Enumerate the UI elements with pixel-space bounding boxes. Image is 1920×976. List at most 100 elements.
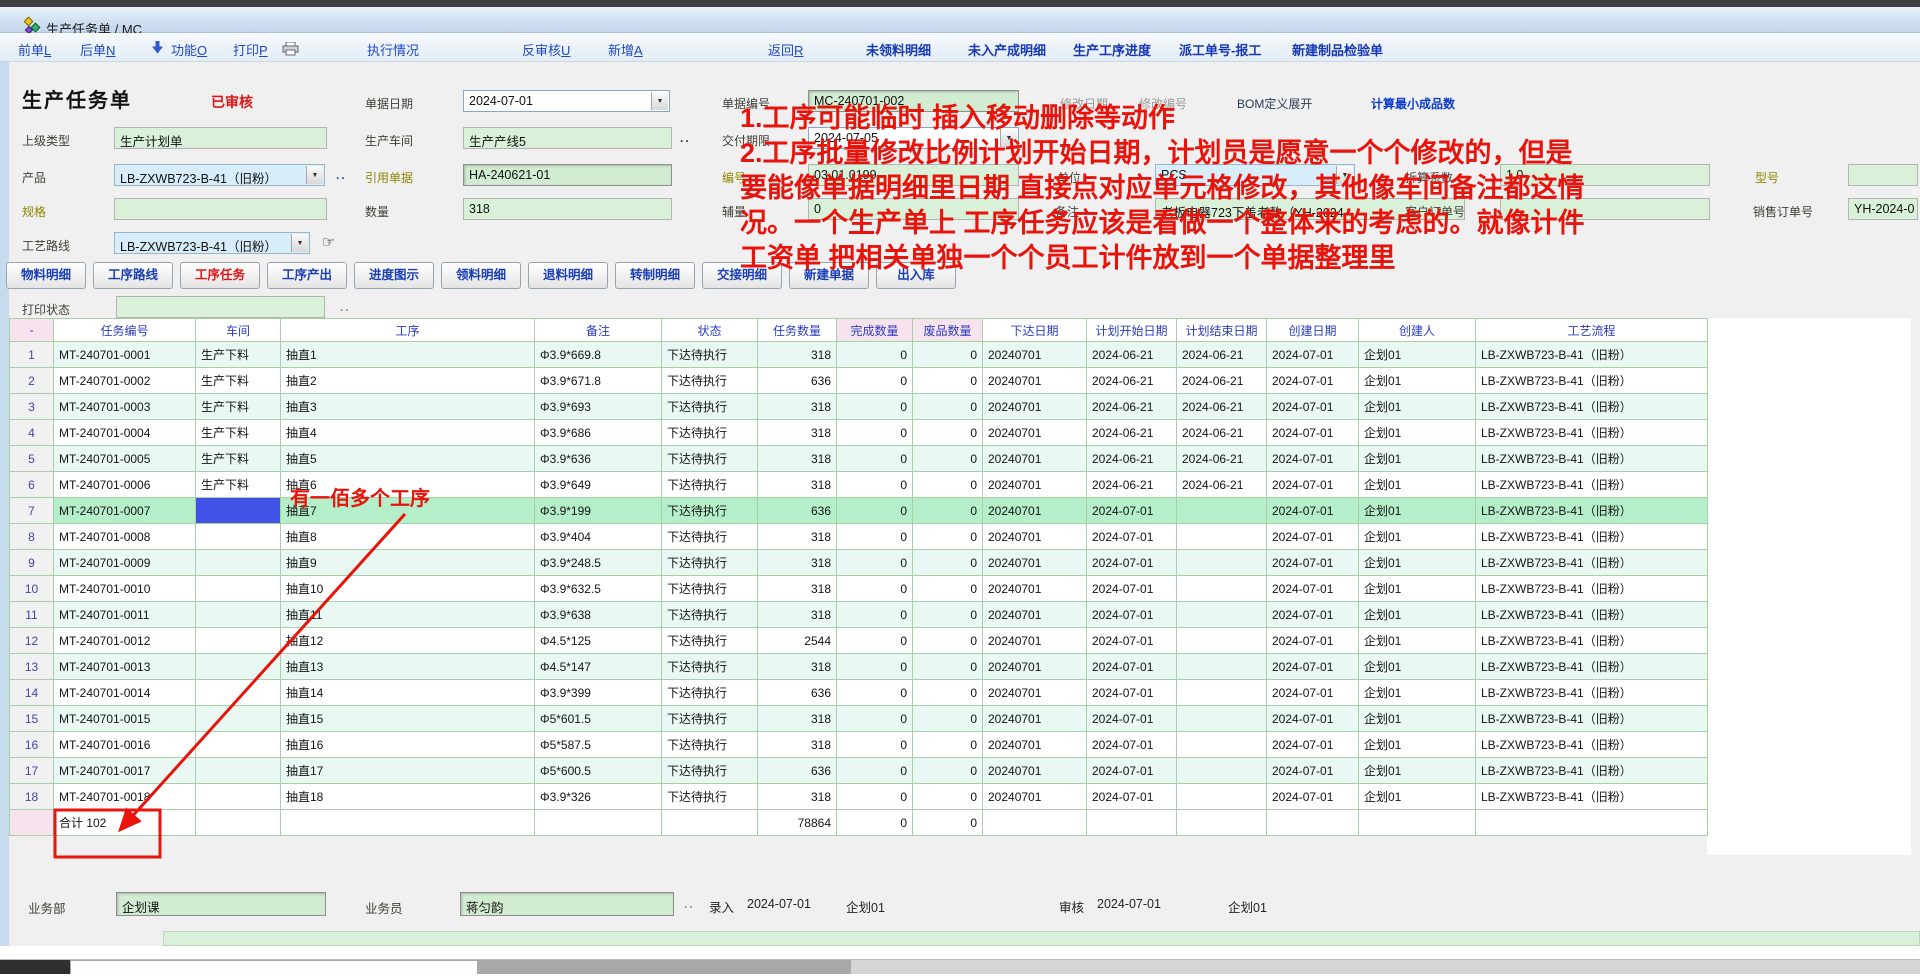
grid-cell[interactable]: 生产下料 (196, 342, 281, 368)
grid-cell[interactable]: 0 (913, 654, 983, 680)
grid-cell[interactable]: LB-ZXWB723-B-41（旧粉） (1476, 732, 1708, 758)
grid-cell[interactable]: MT-240701-0006 (54, 472, 196, 498)
grid-cell[interactable]: 2024-07-01 (1267, 394, 1359, 420)
tab-3[interactable]: 工序任务 (180, 262, 260, 289)
grid-cell[interactable]: 0 (837, 810, 913, 836)
grid-cell[interactable]: 企划01 (1359, 446, 1476, 472)
grid-cell[interactable]: 78864 (758, 810, 837, 836)
grid-cell[interactable] (1177, 654, 1267, 680)
grid-cell[interactable]: 2024-07-01 (1267, 680, 1359, 706)
grid-cell[interactable]: Φ3.9*399 (535, 680, 662, 706)
column-header[interactable]: 计划开始日期 (1087, 319, 1177, 342)
doc-date-field[interactable]: 2024-07-01▼ (463, 90, 670, 112)
grid-cell[interactable]: 合计 102 (54, 810, 196, 836)
grid-cell[interactable]: 2024-07-01 (1267, 706, 1359, 732)
grid-cell[interactable]: 2024-07-01 (1267, 524, 1359, 550)
grid-cell[interactable]: Φ3.9*199 (535, 498, 662, 524)
grid-cell[interactable]: 企划01 (1359, 706, 1476, 732)
row-number[interactable]: 4 (10, 420, 54, 446)
grid-cell[interactable]: 2024-06-21 (1087, 420, 1177, 446)
grid-cell[interactable]: LB-ZXWB723-B-41（旧粉） (1476, 706, 1708, 732)
grid-cell[interactable]: 企划01 (1359, 394, 1476, 420)
grid-cell[interactable]: 0 (837, 576, 913, 602)
grid-cell[interactable]: 下达待执行 (662, 758, 758, 784)
grid-cell[interactable]: 企划01 (1359, 524, 1476, 550)
grid-cell[interactable]: 0 (837, 758, 913, 784)
grid-cell[interactable]: Φ3.9*669.8 (535, 342, 662, 368)
grid-cell[interactable]: 2024-07-01 (1267, 628, 1359, 654)
grid-cell[interactable]: LB-ZXWB723-B-41（旧粉） (1476, 784, 1708, 810)
grid-cell[interactable] (196, 680, 281, 706)
column-header[interactable]: 任务数量 (758, 319, 837, 342)
grid-cell[interactable]: 2024-07-01 (1087, 758, 1177, 784)
grid-cell[interactable]: 2024-07-01 (1087, 628, 1177, 654)
grid-cell[interactable]: 0 (913, 602, 983, 628)
grid-cell[interactable]: 下达待执行 (662, 368, 758, 394)
grid-cell[interactable]: MT-240701-0003 (54, 394, 196, 420)
tab-4[interactable]: 工序产出 (267, 262, 347, 289)
column-header[interactable]: 完成数量 (837, 319, 913, 342)
column-header[interactable]: 工艺流程 (1476, 319, 1708, 342)
grid-cell[interactable]: LB-ZXWB723-B-41（旧粉） (1476, 602, 1708, 628)
grid-cell[interactable]: 2024-07-01 (1087, 498, 1177, 524)
grid-cell[interactable]: 2024-07-01 (1087, 784, 1177, 810)
grid-cell[interactable]: 企划01 (1359, 784, 1476, 810)
column-header[interactable]: 任务编号 (54, 319, 196, 342)
row-number[interactable]: 11 (10, 602, 54, 628)
grid-cell[interactable]: 0 (913, 680, 983, 706)
grid-cell[interactable]: 2024-07-01 (1267, 758, 1359, 784)
grid-cell[interactable]: 0 (913, 420, 983, 446)
grid-cell[interactable]: 0 (913, 784, 983, 810)
grid-cell[interactable]: 2024-07-01 (1087, 706, 1177, 732)
grid-cell[interactable]: 抽直14 (281, 680, 535, 706)
person-lookup-button[interactable]: .. (684, 897, 695, 911)
grid-cell[interactable]: Φ3.9*649 (535, 472, 662, 498)
grid-cell[interactable]: 318 (758, 420, 837, 446)
grid-cell[interactable]: 20240701 (983, 446, 1087, 472)
grid-cell[interactable]: LB-ZXWB723-B-41（旧粉） (1476, 498, 1708, 524)
grid-cell[interactable]: MT-240701-0014 (54, 680, 196, 706)
grid-cell[interactable]: LB-ZXWB723-B-41（旧粉） (1476, 758, 1708, 784)
grid-cell[interactable]: 抽直12 (281, 628, 535, 654)
grid-cell[interactable]: MT-240701-0004 (54, 420, 196, 446)
grid-cell[interactable]: LB-ZXWB723-B-41（旧粉） (1476, 654, 1708, 680)
grid-cell[interactable]: 生产下料 (196, 446, 281, 472)
grid-cell[interactable]: 企划01 (1359, 628, 1476, 654)
ref-doc-field[interactable]: HA-240621-01 (463, 164, 672, 186)
row-number[interactable]: 6 (10, 472, 54, 498)
grid-cell[interactable]: MT-240701-0002 (54, 368, 196, 394)
grid-cell[interactable]: MT-240701-0018 (54, 784, 196, 810)
grid-cell[interactable]: 20240701 (983, 524, 1087, 550)
grid-cell[interactable]: 318 (758, 602, 837, 628)
grid-cell[interactable]: 企划01 (1359, 368, 1476, 394)
grid-cell[interactable]: 下达待执行 (662, 446, 758, 472)
prev-doc-button[interactable]: 前单L (18, 40, 51, 59)
grid-cell[interactable]: 企划01 (1359, 342, 1476, 368)
grid-cell[interactable]: 20240701 (983, 550, 1087, 576)
grid-cell[interactable]: 0 (913, 446, 983, 472)
unissued-material-link[interactable]: 未领料明细 (866, 40, 931, 59)
grid-cell[interactable]: 抽直9 (281, 550, 535, 576)
row-number[interactable]: 12 (10, 628, 54, 654)
grid-cell[interactable] (1177, 524, 1267, 550)
grid-cell[interactable]: 企划01 (1359, 576, 1476, 602)
grid-cell[interactable]: 318 (758, 342, 837, 368)
grid-cell[interactable]: 企划01 (1359, 680, 1476, 706)
function-menu-button[interactable]: 功能O (171, 40, 207, 59)
grid-cell[interactable]: 20240701 (983, 680, 1087, 706)
grid-cell[interactable]: 2024-06-21 (1087, 472, 1177, 498)
grid-cell[interactable]: 2024-07-01 (1267, 446, 1359, 472)
grid-cell[interactable]: 0 (913, 706, 983, 732)
grid-cell[interactable] (1177, 550, 1267, 576)
dept-field[interactable]: 企划课 (116, 892, 326, 916)
tab-1[interactable]: 物料明细 (6, 262, 86, 289)
row-number[interactable]: 1 (10, 342, 54, 368)
grid-cell[interactable]: MT-240701-0017 (54, 758, 196, 784)
grid-cell[interactable]: 抽直15 (281, 706, 535, 732)
grid-cell[interactable] (1177, 602, 1267, 628)
grid-cell[interactable]: LB-ZXWB723-B-41（旧粉） (1476, 680, 1708, 706)
grid-cell[interactable]: 2024-07-01 (1087, 732, 1177, 758)
process-progress-link[interactable]: 生产工序进度 (1073, 40, 1151, 59)
grid-cell[interactable]: Φ3.9*638 (535, 602, 662, 628)
grid-cell[interactable]: 抽直5 (281, 446, 535, 472)
